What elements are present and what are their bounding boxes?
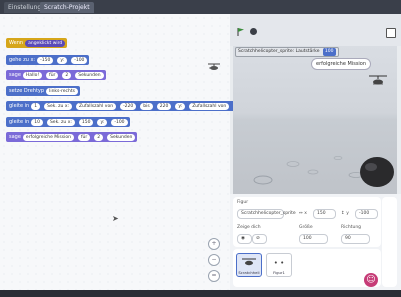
mouse-cursor-icon: ➤ <box>112 214 119 223</box>
block-input[interactable]: Sekunden <box>107 134 136 141</box>
block-input[interactable]: Zufallszahl von <box>189 103 230 110</box>
sprite-tile-label: Scratchheli <box>238 270 260 275</box>
sprite-name-field[interactable]: Scratchhelicopter_sprite <box>237 209 296 219</box>
browser-tab-bar: Einstellungen Scratch-Projekt <box>0 0 401 14</box>
sprite-label: Figur <box>237 200 249 205</box>
block-input[interactable]: y: <box>97 119 108 126</box>
block-input[interactable]: Sek. zu x: <box>46 119 75 126</box>
y-field[interactable]: -100 <box>355 209 378 219</box>
y-label: ↕ y <box>341 211 349 216</box>
block-input[interactable]: bis <box>140 103 153 110</box>
block-input[interactable]: -100 <box>111 119 128 126</box>
sprite-thumbnail-icon: • • <box>273 259 285 267</box>
code-block-0[interactable]: Wenn angeklickt wird <box>6 38 68 48</box>
block-input[interactable]: links-rechts <box>46 88 78 95</box>
block-input[interactable]: erfolgreiche Mission <box>22 134 74 141</box>
block-input[interactable]: Hallo! <box>22 72 43 79</box>
direction-label: Richtung <box>341 225 362 230</box>
x-field[interactable]: 150 <box>313 209 336 219</box>
block-text: Wenn <box>9 40 24 46</box>
code-block-5[interactable]: gleite in 10 Sek. zu x: 150 y: -100 <box>6 117 130 127</box>
code-area[interactable]: Wenn angeklickt wird gehe zu x: -150 y: -100 s… <box>0 14 287 290</box>
tab-scratch-project[interactable]: Scratch-Projekt <box>40 2 94 13</box>
block-input[interactable]: -220 <box>120 103 137 110</box>
block-text: sage <box>9 72 21 78</box>
direction-field[interactable]: 90 <box>341 234 370 244</box>
block-input[interactable]: 150 <box>78 119 94 126</box>
sprite-tile-figur1[interactable]: • • Figur1 <box>266 253 292 277</box>
block-input[interactable]: y: <box>57 57 68 64</box>
block-text: gleite in <box>9 119 30 125</box>
block-input[interactable]: 2 <box>94 134 104 141</box>
helicopter-icon <box>242 258 256 266</box>
block-input[interactable]: y: <box>175 103 186 110</box>
block-input[interactable]: -150 <box>37 57 54 64</box>
stage-selector[interactable] <box>382 197 397 287</box>
block-text: setze Drehtyp <box>9 88 45 94</box>
block-input[interactable]: für <box>77 134 91 141</box>
size-field[interactable]: 100 <box>299 234 328 244</box>
zoom-out-button[interactable]: − <box>208 254 220 266</box>
scratch-editor-window: Einstellungen Scratch-Projekt Wenn angekl… <box>0 0 401 297</box>
add-sprite-button[interactable]: ☺ <box>364 273 378 287</box>
zoom-reset-button[interactable]: = <box>208 270 220 282</box>
sprite-info: Figur Scratchhelicopter_sprite ↔ x 150 ↕… <box>233 197 381 247</box>
x-label: ↔ x <box>299 211 307 216</box>
code-block-6[interactable]: sage erfolgreiche Mission für 2 Sekunden <box>6 132 138 142</box>
stage[interactable]: Scratchhelicopter_sprite: Lautstärke 100… <box>233 46 397 194</box>
fullscreen-icon[interactable] <box>386 28 396 38</box>
block-input[interactable]: Sek. zu x: <box>44 103 73 110</box>
code-block-3[interactable]: setze Drehtyp links-rechts <box>6 86 80 96</box>
zoom-in-button[interactable]: + <box>208 238 220 250</box>
block-input[interactable]: -100 <box>71 57 88 64</box>
helicopter-icon <box>208 63 220 70</box>
stop-icon[interactable] <box>250 28 257 35</box>
block-input[interactable]: für <box>46 72 59 79</box>
block-text: sage <box>9 134 21 140</box>
block-input[interactable]: 1 <box>31 103 41 110</box>
block-input[interactable]: Sekunden <box>75 72 104 79</box>
code-block-2[interactable]: sage Hallo! für 2 Sekunden <box>6 70 106 80</box>
show-toggle-hidden[interactable]: ⊘ <box>252 234 267 244</box>
code-block-1[interactable]: gehe zu x: -150 y: -100 <box>6 55 90 65</box>
block-input[interactable]: 10 <box>31 119 43 126</box>
block-input[interactable]: angeklickt wird <box>25 40 66 47</box>
block-text: gleite in <box>9 103 30 109</box>
block-input[interactable]: 220 <box>156 103 172 110</box>
show-toggle-visible[interactable]: ◉ <box>237 234 252 244</box>
block-text: gehe zu x: <box>9 57 36 63</box>
moon-backdrop <box>253 75 394 187</box>
block-input[interactable]: 2 <box>62 72 72 79</box>
green-flag-icon[interactable] <box>237 28 245 36</box>
helicopter-sprite <box>369 75 387 85</box>
monitor-bezel <box>0 290 401 297</box>
show-label: Zeige dich <box>237 225 261 230</box>
size-label: Größe <box>299 225 313 230</box>
sprite-tile-label: Figur1 <box>273 270 285 275</box>
sprite-tile-helicopter[interactable]: Scratchheli <box>236 253 262 277</box>
block-input[interactable]: Zufallszahl von <box>76 103 117 110</box>
